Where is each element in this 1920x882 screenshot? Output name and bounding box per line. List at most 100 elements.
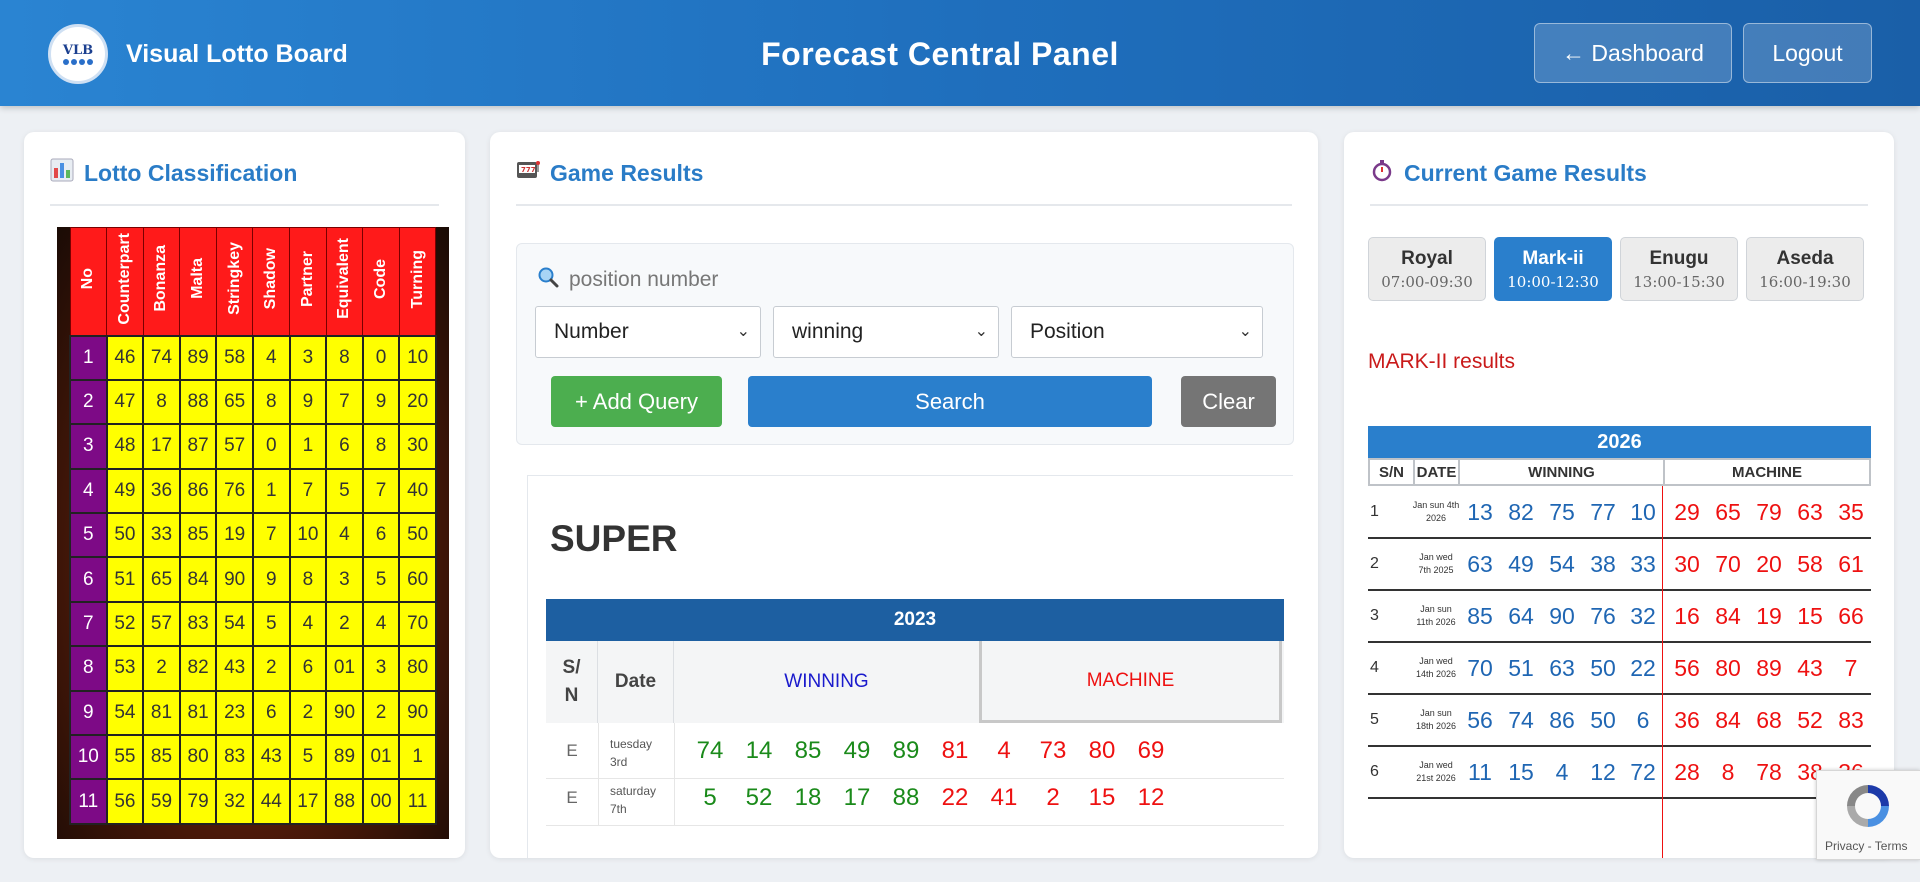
lotto-cell: 85 [142,734,181,781]
machine-number: 83 [1838,707,1864,733]
lotto-cell: 50 [398,512,437,559]
chevron-down-icon: ⌄ [1238,323,1252,340]
machine-number: 65 [1715,499,1741,525]
lotto-cell: 8 [325,334,364,381]
number-select[interactable]: Number ⌄ [535,306,761,358]
game-results-table-panel: SUPER 2023 S/N Date WINNING MACHINE Etue… [527,475,1293,858]
current-result-row: 3 Jan sun 11th 2026 85 64 90 76 32 16 84 19 15 66 [1368,591,1871,643]
lotto-cell: 7 [288,467,328,515]
lotto-cell: 55 [105,734,145,781]
winning-number: 49 [1508,551,1534,577]
lotto-cell: 30 [398,423,437,470]
lotto-cell: 3 [361,645,401,692]
lotto-row-number: 4 [69,467,108,515]
winning-number: 86 [1549,707,1575,733]
search-button[interactable]: Search [748,376,1152,427]
stopwatch-icon [1370,158,1394,188]
winning-select[interactable]: winning ⌄ [773,306,999,358]
machine-number: 69 [1137,737,1165,764]
machine-number: 20 [1756,551,1782,577]
title-divider [516,204,1292,206]
lotto-cell: 3 [288,334,328,381]
lotto-cell: 49 [105,467,145,515]
dashboard-button[interactable]: ← Dashboard [1534,23,1732,83]
search-placeholder: position number [569,268,719,291]
lotto-col-label: Stringkey [225,242,243,316]
position-select-value: Position [1030,320,1105,343]
lotto-col-header: Equivalent [325,227,364,336]
lotto-cell: 23 [215,689,254,737]
lotto-row: 8 53 2 82 43 2 6 01 3 80 [69,645,437,692]
lotto-row: 5 50 33 85 19 7 10 4 6 50 [69,512,437,559]
year-header: 2023 [546,599,1284,641]
lotto-col-label: Turning [408,249,426,308]
lotto-cell: 80 [178,734,218,781]
machine-divider-line [1662,486,1663,858]
row-date: tuesday 3rd [610,737,653,769]
row-sn: 4 [1370,659,1379,676]
lotto-cell: 4 [288,600,328,648]
winning-number: 75 [1549,499,1575,525]
current-game-results-card: Current Game Results Royal 07:00-09:30 Mar… [1344,132,1894,858]
winning-number: 72 [1630,759,1656,785]
winning-select-value: winning [792,320,864,343]
machine-number: 80 [1715,655,1741,681]
results-table-header: S/N Date WINNING MACHINE [546,641,1284,723]
chevron-down-icon: ⌄ [736,323,750,340]
search-query-input[interactable]: position number [537,266,718,294]
lotto-cell: 2 [142,645,181,692]
position-select[interactable]: Position ⌄ [1011,306,1263,358]
lotto-cell: 1 [398,734,437,781]
recaptcha-links[interactable]: Privacy - Terms [1825,839,1907,853]
lotto-row-number: 9 [69,689,108,737]
lotto-row-number: 11 [69,778,108,825]
lotto-cell: 60 [398,556,437,603]
lotto-cell: 57 [142,600,181,648]
col-date: DATE [1415,460,1460,484]
lotto-cell: 81 [178,689,218,737]
search-icon [537,266,559,294]
winning-number: 90 [1549,603,1575,629]
lotto-cell: 89 [178,334,218,381]
lotto-cell: 7 [361,467,401,515]
recaptcha-badge[interactable]: Privacy - Terms [1816,770,1920,860]
lotto-cell: 48 [105,423,145,470]
lotto-cell: 6 [325,423,364,470]
lotto-cell: 6 [251,689,291,737]
lotto-col-header: Partner [289,227,327,336]
add-query-button[interactable]: + Add Query [551,376,722,427]
current-result-row: 1 Jan sun 4th 2026 13 82 75 77 10 29 65 79 63 35 [1368,487,1871,539]
winning-number: 6 [1636,707,1650,733]
winning-number: 32 [1630,603,1656,629]
clear-button[interactable]: Clear [1181,376,1276,427]
lotto-cell: 76 [215,467,254,515]
lotto-cell: 9 [288,378,328,426]
machine-number: 84 [1715,603,1741,629]
lotto-cell: 36 [142,467,181,515]
lotto-cell: 2 [251,645,291,692]
row-sn: E [566,788,578,807]
lotto-col-header: Code [362,227,400,336]
lotto-cell: 10 [288,512,328,559]
lotto-cell: 90 [325,689,364,737]
row-sn: 5 [1370,711,1379,728]
row-date: Jan wed 7th 2025 [1418,552,1454,575]
lotto-cell: 01 [361,734,401,781]
lotto-col-header: Stringkey [215,227,254,336]
logout-button[interactable]: Logout [1743,23,1872,83]
lotto-cell: 86 [178,467,218,515]
game-tab-royal[interactable]: Royal 07:00-09:30 [1368,237,1486,301]
game-tab-mark-ii[interactable]: Mark-ii 10:00-12:30 [1494,237,1612,301]
col-machine: MACHINE [1732,463,1802,481]
lotto-cell: 4 [251,334,291,381]
card-title-text: Lotto Classification [84,159,298,186]
game-tab-aseda[interactable]: Aseda 16:00-19:30 [1746,237,1864,301]
machine-number: 19 [1756,603,1782,629]
title-divider [1370,204,1868,206]
bar-chart-icon [50,158,74,188]
lotto-cell: 5 [251,600,291,648]
game-tab-enugu[interactable]: Enugu 13:00-15:30 [1620,237,1738,301]
lotto-cell: 2 [288,689,328,737]
lotto-cell: 44 [251,778,291,825]
lotto-cell: 65 [142,556,181,603]
